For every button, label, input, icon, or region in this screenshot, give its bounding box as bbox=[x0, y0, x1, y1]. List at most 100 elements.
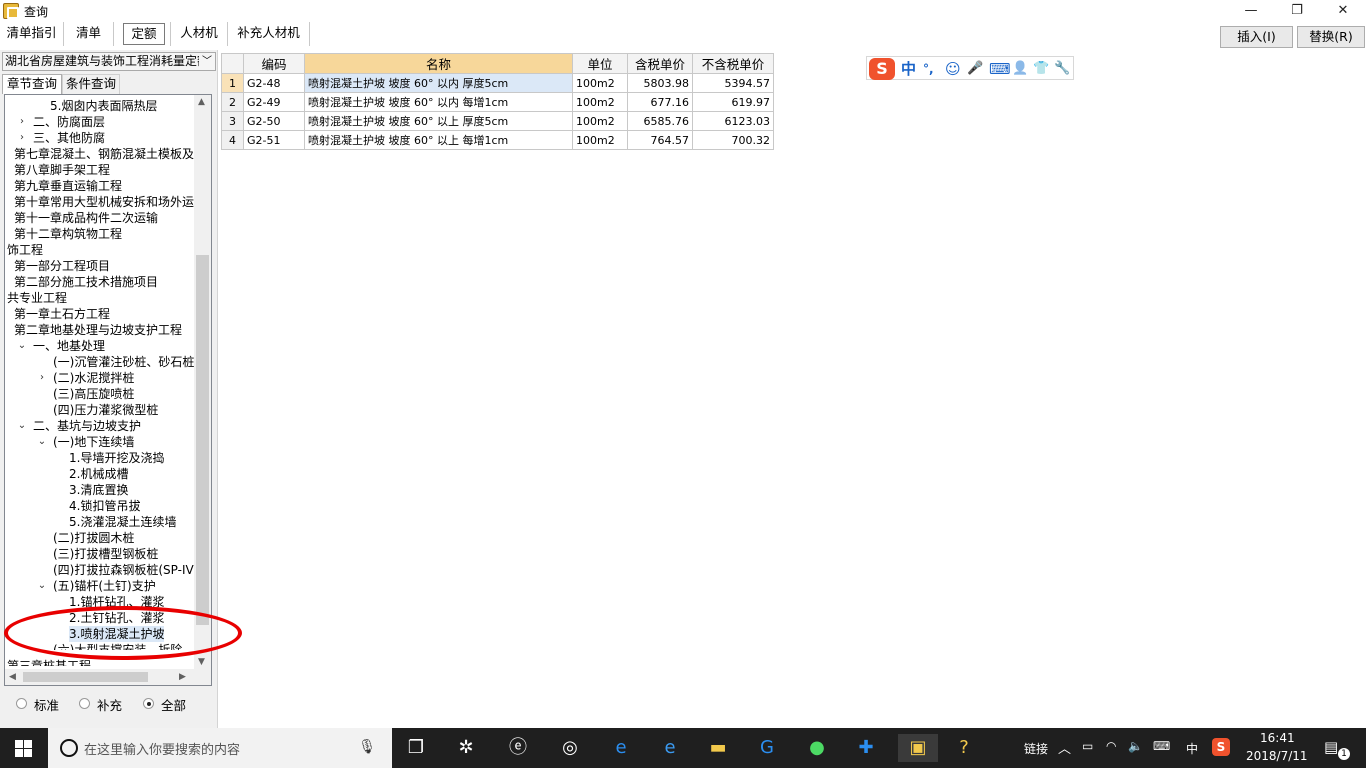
table-row[interactable]: 3 G2-50 喷射混凝土护坡 坡度 60° 以上 厚度5cm 100m2 65… bbox=[221, 111, 774, 131]
scroll-down-icon[interactable]: ▼ bbox=[198, 657, 205, 667]
chevron-right-icon[interactable]: › bbox=[17, 114, 27, 130]
tree-node[interactable]: (五)锚杆(土钉)支护 bbox=[53, 578, 156, 594]
tree-node[interactable]: 第九章垂直运输工程 bbox=[14, 178, 122, 194]
tree-node[interactable]: 2.机械成槽 bbox=[69, 466, 128, 482]
scroll-thumb[interactable] bbox=[23, 672, 148, 682]
chevron-down-icon[interactable]: ⌄ bbox=[37, 578, 47, 594]
tree-node[interactable]: 一、地基处理 bbox=[33, 338, 105, 354]
chevron-right-icon[interactable]: › bbox=[17, 130, 27, 146]
radio-supplement-label[interactable]: 补充 bbox=[97, 695, 122, 714]
chevron-right-icon[interactable]: › bbox=[37, 370, 47, 386]
microphone-icon[interactable]: 🎤 bbox=[967, 59, 983, 79]
tree-node[interactable]: 第二部分施工技术措施项目 bbox=[14, 274, 158, 290]
ime-chinese-mode[interactable]: 中 bbox=[901, 59, 916, 79]
chevron-down-icon[interactable]: ⌄ bbox=[37, 434, 47, 450]
chevron-down-icon[interactable]: ⌄ bbox=[17, 418, 27, 434]
tree-node[interactable]: 第十二章构筑物工程 bbox=[14, 226, 122, 242]
table-row[interactable]: 4 G2-51 喷射混凝土护坡 坡度 60° 以上 每增1cm 100m2 76… bbox=[221, 130, 774, 150]
tree-node[interactable]: 第一章土石方工程 bbox=[14, 306, 110, 322]
cell-price-tax[interactable]: 677.16 bbox=[627, 92, 693, 112]
cell-unit[interactable]: 100m2 bbox=[572, 111, 628, 131]
clock-date[interactable]: 2018/7/11 bbox=[1246, 749, 1308, 763]
tree-node[interactable]: (四)打拔拉森钢板桩(SP-IV bbox=[53, 562, 194, 578]
wifi-icon[interactable]: ◠ bbox=[1106, 739, 1116, 753]
column-header-price-tax[interactable]: 含税单价 bbox=[627, 53, 693, 74]
cell-code[interactable]: G2-49 bbox=[243, 92, 305, 112]
tree-node[interactable]: (一)沉管灌注砂桩、砂石桩 bbox=[53, 354, 194, 370]
tree-vertical-scrollbar[interactable]: ▲ ▼ bbox=[194, 95, 211, 671]
column-header-unit[interactable]: 单位 bbox=[572, 53, 628, 74]
cell-price-tax[interactable]: 764.57 bbox=[627, 130, 693, 150]
user-icon[interactable]: 👤 bbox=[1012, 59, 1028, 79]
ime-punctuation-icon[interactable]: °, bbox=[923, 59, 934, 79]
links-toolbar[interactable]: 链接 bbox=[1024, 740, 1048, 757]
cell-name[interactable]: 喷射混凝土护坡 坡度 60° 以内 每增1cm bbox=[304, 92, 573, 112]
tree-node[interactable]: 5.浇灌混凝土连续墙 bbox=[69, 514, 176, 530]
cell-code[interactable]: G2-51 bbox=[243, 130, 305, 150]
maximize-button[interactable]: ❐ bbox=[1274, 0, 1320, 22]
tree-node[interactable]: 第二章地基处理与边坡支护工程 bbox=[14, 322, 182, 338]
tree-node[interactable]: 第十一章成品构件二次运输 bbox=[14, 210, 158, 226]
column-header-price-notax[interactable]: 不含税单价 bbox=[692, 53, 774, 74]
taskbar-search-placeholder[interactable]: 在这里输入你要搜索的内容 bbox=[84, 739, 240, 758]
library-select[interactable]: 湖北省房屋建筑与装饰工程消耗量定额 ﹀ bbox=[2, 52, 216, 71]
fan-app-icon[interactable]: ✲ bbox=[452, 734, 480, 762]
cell-code[interactable]: G2-50 bbox=[243, 111, 305, 131]
cell-price-notax[interactable]: 5394.57 bbox=[692, 73, 774, 93]
tree-node[interactable]: 共专业工程 bbox=[7, 290, 67, 306]
scroll-thumb[interactable] bbox=[196, 255, 209, 625]
tree-node[interactable]: 3.清底置换 bbox=[69, 482, 128, 498]
radio-supplement[interactable] bbox=[79, 698, 90, 709]
notification-icon[interactable]: ▤ bbox=[1324, 738, 1338, 756]
plus-app-icon[interactable]: ✚ bbox=[852, 734, 880, 762]
tree-node[interactable]: (一)地下连续墙 bbox=[53, 434, 134, 450]
radio-standard-label[interactable]: 标准 bbox=[34, 695, 59, 714]
tree-node[interactable]: 5.烟囱内表面隔热层 bbox=[50, 98, 157, 114]
edge-browser-icon[interactable]: e bbox=[607, 734, 635, 762]
tree-node[interactable]: 饰工程 bbox=[7, 242, 43, 258]
radio-all[interactable] bbox=[143, 698, 154, 709]
task-view-icon[interactable]: ❐ bbox=[402, 734, 430, 762]
cell-name[interactable]: 喷射混凝土护坡 坡度 60° 以上 厚度5cm bbox=[304, 111, 573, 131]
windows-start-icon[interactable] bbox=[0, 728, 48, 768]
tools-icon[interactable]: 🔧 bbox=[1054, 59, 1070, 79]
cell-unit[interactable]: 100m2 bbox=[572, 130, 628, 150]
radio-standard[interactable] bbox=[16, 698, 27, 709]
tab-chapter-search[interactable]: 章节查询 bbox=[2, 74, 62, 94]
keyboard-icon[interactable]: ⌨ bbox=[1153, 739, 1170, 753]
tree-node[interactable]: 二、基坑与边坡支护 bbox=[33, 418, 141, 434]
cell-unit[interactable]: 100m2 bbox=[572, 73, 628, 93]
chevron-down-icon[interactable]: ⌄ bbox=[17, 338, 27, 354]
radio-all-label[interactable]: 全部 bbox=[161, 695, 186, 714]
sogou-tray-icon[interactable]: S bbox=[1212, 738, 1230, 756]
tree-node[interactable]: (二)打拔圆木桩 bbox=[53, 530, 134, 546]
chevron-up-icon[interactable]: ︿ bbox=[1058, 738, 1071, 757]
microphone-icon[interactable]: 🎙 bbox=[358, 739, 376, 755]
battery-icon[interactable]: ▭ bbox=[1082, 739, 1093, 753]
ie-browser-icon[interactable]: ⓔ bbox=[504, 734, 532, 762]
clock-time[interactable]: 16:41 bbox=[1260, 731, 1295, 745]
tree-node[interactable]: (三)高压旋喷桩 bbox=[53, 386, 134, 402]
tab-bill[interactable]: 清单 bbox=[64, 22, 114, 46]
scroll-left-icon[interactable]: ◀ bbox=[9, 672, 16, 682]
cell-price-notax[interactable]: 6123.03 bbox=[692, 111, 774, 131]
tree-node[interactable]: (四)压力灌浆微型桩 bbox=[53, 402, 158, 418]
tree-node[interactable]: 第八章脚手架工程 bbox=[14, 162, 110, 178]
help-app-icon[interactable]: ? bbox=[950, 734, 978, 762]
ime-toolbar[interactable]: S 中 °, ☺ 🎤 ⌨ 👤 👕 🔧 bbox=[866, 56, 1074, 80]
ime-language-indicator[interactable]: 中 bbox=[1186, 740, 1198, 757]
close-button[interactable]: ✕ bbox=[1320, 0, 1366, 22]
tab-quota[interactable]: 定额 bbox=[123, 23, 165, 45]
tree-node[interactable]: (三)打拔槽型钢板桩 bbox=[53, 546, 158, 562]
column-header-name[interactable]: 名称 bbox=[304, 53, 573, 74]
cell-price-tax[interactable]: 5803.98 bbox=[627, 73, 693, 93]
volume-icon[interactable]: 🔈 bbox=[1128, 739, 1143, 753]
glodon-g-icon[interactable]: G bbox=[753, 734, 781, 762]
emoji-icon[interactable]: ☺ bbox=[945, 59, 961, 79]
insert-button[interactable]: 插入(I) bbox=[1220, 26, 1293, 48]
cell-unit[interactable]: 100m2 bbox=[572, 92, 628, 112]
tree-node[interactable]: 第十章常用大型机械安拆和场外运 bbox=[14, 194, 194, 210]
table-row[interactable]: 2 G2-49 喷射混凝土护坡 坡度 60° 以内 每增1cm 100m2 67… bbox=[221, 92, 774, 112]
tab-supplement-materials[interactable]: 补充人材机 bbox=[228, 22, 310, 46]
chapter-tree[interactable]: 5.烟囱内表面隔热层 › 二、防腐面层 › 三、其他防腐 第七章混凝土、钢筋混凝… bbox=[4, 94, 212, 686]
